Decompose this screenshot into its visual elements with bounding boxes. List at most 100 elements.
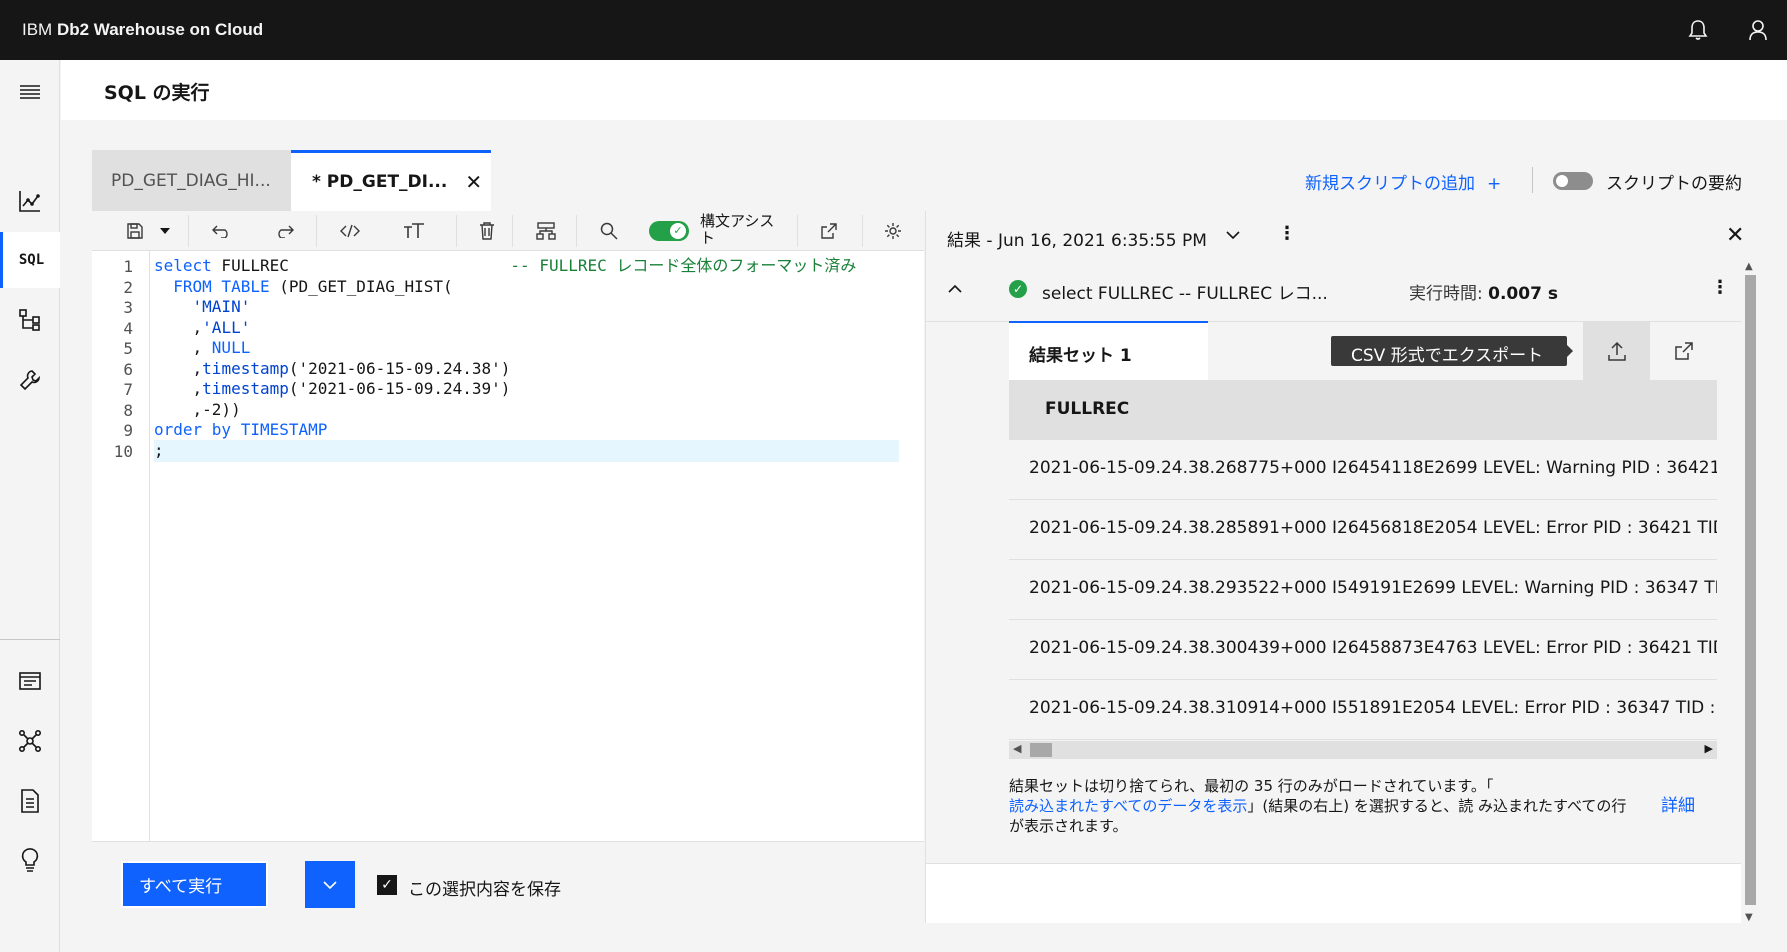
truncation-note: 結果セットは切り捨てられ、最初の 35 行のみがロードされています。「 読み込ま… (1009, 776, 1629, 836)
code-token: ('2021-06-15-09.24.38') (288, 358, 511, 378)
line-number: 3 (123, 298, 133, 317)
vertical-scrollbar[interactable]: ▲ ▼ (1741, 261, 1758, 923)
code-line[interactable]: ,-2)) (154, 399, 241, 421)
results-footer (926, 863, 1741, 923)
column-header[interactable]: FULLREC (1009, 380, 1717, 440)
code-token: ('2021-06-15-09.24.39') (288, 379, 511, 398)
code-token: , (154, 358, 203, 378)
add-script-link[interactable]: 新規スクリプトの追加 + (1305, 169, 1501, 194)
run-all-button[interactable]: すべて実行 (121, 861, 268, 908)
tab-script-1[interactable]: PD_GET_DIAG_HI... (92, 150, 291, 211)
table-row[interactable]: 2021-06-15-09.24.38.300439+000 I26458873… (1009, 620, 1717, 680)
scroll-thumb[interactable] (1030, 743, 1052, 757)
sql-code-area[interactable]: select FULLREC -- FULLREC レコード全体のフォーマット済… (154, 251, 899, 841)
network-icon[interactable] (0, 713, 60, 769)
console-icon[interactable] (0, 653, 60, 709)
save-selection-label: この選択内容を保存 (408, 880, 561, 900)
collapse-chevron-icon[interactable] (948, 279, 962, 298)
open-results-external-icon[interactable] (1650, 321, 1717, 380)
close-results-icon[interactable]: ✕ (1726, 223, 1744, 248)
code-line[interactable]: ; (154, 439, 899, 462)
menu-hamburger-icon[interactable] (0, 64, 60, 120)
code-line[interactable]: , NULL (154, 337, 251, 359)
tab-result-set-1[interactable]: 結果セット 1 (1009, 321, 1208, 380)
sql-editor-panel: 構文アシスト 12345678910 select FULLREC -- FUL… (92, 211, 924, 923)
code-token: FULLREC (211, 256, 511, 275)
toolbar-divider (188, 215, 189, 247)
top-bar: IBM Db2 Warehouse on Cloud (0, 0, 1787, 60)
settings-wrench-icon[interactable] (0, 352, 60, 408)
notification-bell-icon[interactable] (1682, 14, 1714, 46)
export-csv-tooltip: CSV 形式でエクスポート (1331, 336, 1573, 366)
line-number: 2 (123, 277, 133, 297)
scroll-up-icon[interactable]: ▲ (1745, 261, 1753, 272)
save-icon[interactable] (120, 211, 150, 251)
execution-time: 実行時間: 0.007 s (1409, 279, 1558, 304)
format-layout-icon[interactable] (526, 211, 566, 251)
code-token: , (154, 379, 203, 398)
redo-icon[interactable] (264, 211, 304, 251)
query-result-row: ✓ select FULLREC -- FULLREC レコ... 実行時間: … (926, 261, 1741, 321)
scroll-down-icon[interactable]: ▼ (1745, 912, 1753, 923)
lightbulb-icon[interactable] (0, 832, 60, 888)
export-upload-icon[interactable] (1583, 321, 1650, 380)
table-row[interactable]: 2021-06-15-09.24.38.293522+000 I549191E2… (1009, 560, 1717, 620)
sql-label: SQL (18, 252, 45, 268)
text-size-icon[interactable] (394, 211, 434, 251)
save-selection-checkbox[interactable]: ✓ (377, 875, 397, 895)
code-line[interactable]: ,timestamp('2021-06-15-09.24.38') (154, 358, 511, 380)
monitor-chart-icon[interactable] (0, 173, 60, 229)
document-icon[interactable] (0, 773, 60, 829)
toolbar-divider (512, 215, 513, 247)
code-token: order by TIMESTAMP (154, 420, 328, 439)
code-line[interactable]: 'MAIN' (154, 296, 251, 318)
view-all-data-link[interactable]: 読み込まれたすべてのデータを表示 (1009, 797, 1247, 815)
brand[interactable]: IBM Db2 Warehouse on Cloud (22, 20, 263, 40)
code-line[interactable]: select FULLREC -- FULLREC レコード全体のフォーマット済… (154, 255, 856, 277)
editor-toolbar: 構文アシスト (92, 211, 924, 251)
results-overflow-menu-icon[interactable]: ⋮ (1278, 223, 1296, 244)
search-icon[interactable] (589, 211, 629, 251)
results-history-chevron-icon[interactable] (1226, 225, 1240, 249)
syntax-assist-toggle[interactable] (649, 221, 689, 241)
script-summary-toggle[interactable] (1553, 172, 1593, 190)
line-number: 6 (123, 359, 133, 379)
launch-external-icon[interactable] (809, 211, 849, 251)
scroll-right-icon[interactable]: ▶ (1705, 742, 1713, 755)
results-title: 結果 - Jun 16, 2021 6:35:55 PM (947, 231, 1207, 251)
data-tree-icon[interactable] (0, 292, 60, 348)
code-token: 'ALL' (202, 317, 251, 337)
tab-script-2-active[interactable]: * PD_GET_DI... ✕ (291, 150, 491, 211)
code-line[interactable]: FROM TABLE (PD_GET_DIAG_HIST( (154, 276, 452, 298)
undo-icon[interactable] (202, 211, 242, 251)
save-dropdown-caret-icon[interactable] (152, 211, 178, 251)
code-line[interactable]: ,'ALL' (154, 317, 251, 339)
add-script-label: 新規スクリプトの追加 (1305, 174, 1475, 194)
brand-name: Db2 Warehouse on Cloud (56, 20, 264, 39)
rail-divider (0, 639, 60, 640)
close-tab-icon[interactable]: ✕ (465, 170, 482, 194)
details-link[interactable]: 詳細 (1661, 791, 1695, 816)
horizontal-scrollbar[interactable]: ◀ ▶ (1009, 741, 1717, 759)
user-profile-icon[interactable] (1742, 14, 1774, 46)
nav-sql[interactable]: SQL (0, 232, 60, 288)
settings-gear-icon[interactable] (873, 211, 913, 251)
table-row[interactable]: 2021-06-15-09.24.38.310914+000 I551891E2… (1009, 680, 1717, 740)
query-overflow-menu-icon[interactable]: ⋮ (1711, 277, 1729, 298)
code-line[interactable]: order by TIMESTAMP (154, 419, 327, 441)
editor-footer: すべて実行 ✓ この選択内容を保存 (92, 841, 924, 923)
table-row[interactable]: 2021-06-15-09.24.38.285891+000 I26456818… (1009, 500, 1717, 560)
code-token: ,-2)) (154, 399, 241, 419)
run-options-chevron-icon[interactable] (305, 861, 355, 908)
code-token: NULL (211, 338, 251, 357)
table-row[interactable]: 2021-06-15-09.24.38.268775+000 I26454118… (1009, 440, 1717, 500)
scroll-thumb[interactable] (1745, 275, 1756, 905)
scroll-left-icon[interactable]: ◀ (1013, 742, 1021, 755)
line-number: 1 (123, 257, 133, 276)
results-panel: 結果 - Jun 16, 2021 6:35:55 PM ⋮ ✕ ✓ selec… (925, 211, 1758, 923)
code-line[interactable]: ,timestamp('2021-06-15-09.24.39') (154, 378, 511, 400)
delete-trash-icon[interactable] (467, 211, 507, 251)
code-token: timestamp (202, 379, 289, 398)
code-format-icon[interactable] (330, 211, 370, 251)
